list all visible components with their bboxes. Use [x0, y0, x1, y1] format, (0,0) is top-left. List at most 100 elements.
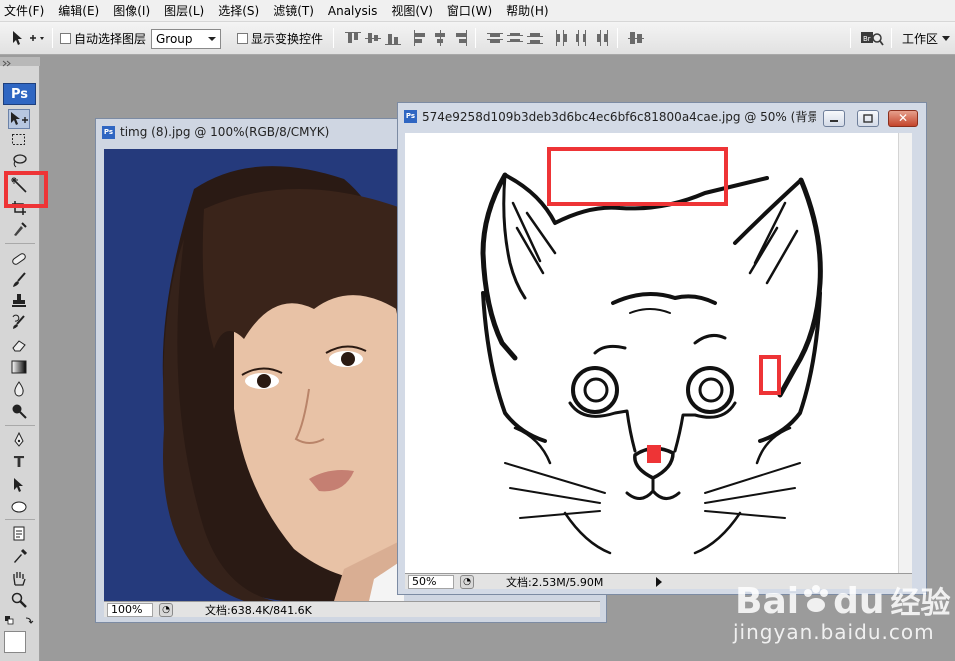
align-right-icon[interactable]: [452, 30, 468, 46]
vertical-scrollbar[interactable]: [898, 133, 912, 573]
path-selection-tool[interactable]: [8, 475, 30, 495]
highlight-cheek-area: [759, 355, 781, 395]
dodge-tool[interactable]: [8, 401, 30, 421]
menu-file[interactable]: 文件(F): [0, 0, 51, 22]
watermark-brand-3: 经验: [890, 586, 951, 621]
menu-analysis[interactable]: Analysis: [321, 0, 384, 22]
tools-panel: Ps T: [0, 57, 40, 661]
move-icon: [11, 112, 28, 125]
tool-preset-picker[interactable]: [10, 28, 46, 48]
align-bottom-icon[interactable]: [385, 30, 401, 46]
type-tool[interactable]: T: [8, 452, 30, 472]
menu-view[interactable]: 视图(V): [384, 0, 440, 22]
workspace-button[interactable]: 工作区: [902, 30, 938, 47]
lasso-icon: [13, 154, 27, 168]
notes-tool[interactable]: [8, 524, 30, 544]
align-hcenter-icon[interactable]: [432, 30, 448, 46]
marquee-tool[interactable]: [8, 130, 30, 150]
photo-canvas[interactable]: [104, 149, 404, 601]
background-color-swatch[interactable]: [4, 631, 26, 653]
type-icon: T: [13, 453, 25, 471]
align-top-icon[interactable]: [345, 30, 361, 46]
distribute-bottom-icon[interactable]: [527, 30, 543, 46]
maximize-button[interactable]: [857, 110, 879, 127]
menu-image[interactable]: 图像(I): [106, 0, 157, 22]
photoshop-logo: Ps: [3, 83, 36, 105]
move-tool[interactable]: [8, 109, 30, 129]
minimize-button[interactable]: [823, 110, 845, 127]
arrow-icon: [14, 478, 23, 492]
watermark-brand: Bai: [735, 581, 800, 622]
status-play-icon[interactable]: [656, 576, 662, 587]
bridge-icon[interactable]: Br: [860, 29, 884, 47]
zoom-field[interactable]: 100%: [107, 602, 153, 617]
healing-brush-tool[interactable]: [8, 249, 30, 269]
slice-tool[interactable]: [8, 219, 30, 239]
clone-stamp-tool[interactable]: [8, 291, 30, 311]
distribute-vcenter-icon[interactable]: [507, 30, 523, 46]
show-transform-checkbox[interactable]: [237, 33, 248, 44]
document-title: timg (8).jpg @ 100%(RGB/8/CMYK): [120, 125, 330, 139]
minimize-icon: [830, 120, 838, 122]
eyedropper-tool[interactable]: [8, 546, 30, 566]
menu-window[interactable]: 窗口(W): [440, 0, 499, 22]
menu-select[interactable]: 选择(S): [211, 0, 266, 22]
eyedropper-slice-icon: [14, 222, 27, 236]
distribute-hcenter-icon[interactable]: [574, 30, 590, 46]
default-colors-icon: [5, 616, 34, 625]
zoom-field-2[interactable]: 50%: [408, 574, 454, 589]
menu-layer[interactable]: 图层(L): [157, 0, 211, 22]
stamp-icon: [12, 294, 26, 307]
status-menu-icon-2[interactable]: ◔: [460, 574, 474, 589]
history-brush-tool[interactable]: [8, 312, 30, 332]
note-icon: [13, 526, 25, 541]
pen-icon: [14, 432, 24, 447]
swap-colors-control[interactable]: [4, 615, 36, 627]
document-size-info-2: 文档:2.53M/5.90M: [506, 575, 604, 589]
align-left-icon[interactable]: [412, 30, 428, 46]
auto-select-value: Group: [156, 32, 193, 46]
status-menu-icon[interactable]: ◔: [159, 602, 173, 617]
pen-tool[interactable]: [8, 430, 30, 450]
options-bar: 自动选择图层 Group 显示变换控件 Br 工作区: [0, 22, 955, 55]
document-title-bar-2[interactable]: Ps 574e9258d109b3deb3d6bc4ec6bf6c81800a4…: [398, 103, 816, 129]
hand-icon: [13, 572, 26, 586]
bandage-icon: [12, 253, 26, 265]
lasso-tool[interactable]: [8, 151, 30, 171]
distribute-top-icon[interactable]: [487, 30, 503, 46]
auto-select-dropdown[interactable]: Group: [151, 29, 221, 49]
panel-grip[interactable]: [0, 57, 40, 67]
auto-align-layers-icon[interactable]: [628, 30, 644, 46]
highlight-top-area: [547, 147, 728, 206]
show-transform-label: 显示变换控件: [251, 32, 324, 46]
magnifier-icon: [11, 592, 27, 608]
highlight-nose-marker: [647, 445, 661, 463]
marquee-icon: [12, 134, 25, 145]
blur-tool[interactable]: [8, 379, 30, 399]
gradient-tool[interactable]: [8, 357, 30, 377]
svg-text:Br: Br: [863, 35, 871, 43]
dodge-icon: [12, 404, 27, 419]
close-button[interactable]: ✕: [888, 110, 918, 127]
align-vcenter-icon[interactable]: [365, 30, 381, 46]
hand-tool[interactable]: [8, 568, 30, 588]
highlight-magic-wand: [4, 171, 48, 208]
workspace-chevron-icon[interactable]: [942, 36, 950, 41]
menu-edit[interactable]: 编辑(E): [51, 0, 106, 22]
shape-tool[interactable]: [8, 497, 30, 517]
paw-icon: [804, 585, 829, 612]
portrait-photo: [162, 166, 404, 601]
distribute-left-icon[interactable]: [554, 30, 570, 46]
brush-tool[interactable]: [8, 270, 30, 290]
menu-help[interactable]: 帮助(H): [499, 0, 555, 22]
menu-filter[interactable]: 滤镜(T): [266, 0, 321, 22]
distribute-right-icon[interactable]: [594, 30, 610, 46]
auto-select-label: 自动选择图层: [74, 32, 147, 46]
eraser-tool[interactable]: [8, 335, 30, 355]
drop-icon: [14, 381, 24, 397]
close-icon: ✕: [897, 111, 909, 125]
zoom-tool[interactable]: [8, 590, 30, 610]
document-size-info: 文档:638.4K/841.6K: [205, 603, 312, 617]
auto-select-checkbox[interactable]: [60, 33, 71, 44]
document-title-2: 574e9258d109b3deb3d6bc4ec6bf6c81800a4cae…: [422, 109, 816, 124]
